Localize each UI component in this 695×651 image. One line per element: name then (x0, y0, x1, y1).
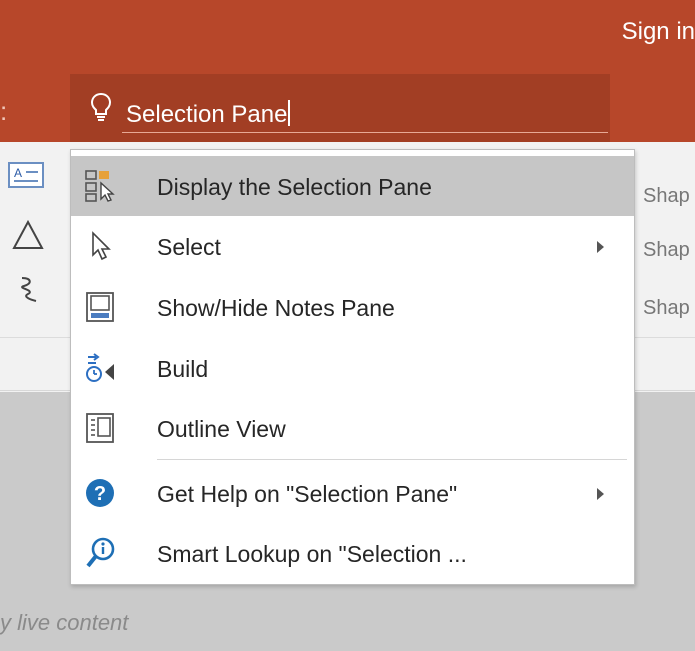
menu-item-label: Outline View (157, 416, 286, 442)
menu-item-select[interactable]: Select (71, 216, 634, 276)
svg-text:A: A (14, 166, 22, 180)
help-icon: ? (86, 479, 114, 507)
menu-item-show-hide-notes-pane[interactable]: Show/Hide Notes Pane (71, 277, 634, 337)
menu-item-outline-view[interactable]: Outline View (71, 398, 634, 458)
menu-item-display-selection-pane[interactable]: Display the Selection Pane (71, 156, 634, 216)
tell-me-search-box[interactable]: Selection Pane (70, 74, 610, 142)
outline-view-icon (86, 413, 114, 443)
menu-separator (157, 459, 627, 460)
shape-fill-label[interactable]: Shap (643, 185, 690, 208)
tell-me-underline (122, 132, 608, 133)
menu-item-label: Show/Hide Notes Pane (157, 295, 395, 321)
menu-item-label: Select (157, 234, 221, 260)
notes-pane-icon (86, 292, 114, 322)
menu-item-smart-lookup[interactable]: Smart Lookup on "Selection ... (71, 523, 634, 583)
smart-lookup-icon (86, 537, 115, 568)
svg-text:?: ? (94, 483, 106, 505)
build-animation-icon (86, 353, 114, 382)
ribbon-overflow-glyph: : (0, 96, 8, 126)
shape-effects-label[interactable]: Shap (643, 297, 690, 320)
lightbulb-icon (90, 92, 112, 121)
submenu-arrow-icon (597, 241, 604, 253)
menu-item-label: Display the Selection Pane (157, 174, 432, 200)
text-box-icon[interactable]: A (8, 162, 44, 188)
menu-item-label: Build (157, 356, 209, 382)
triangle-shape-icon[interactable] (12, 220, 44, 250)
tell-me-results-menu: Display the Selection Pane Select Show/H… (70, 149, 635, 585)
menu-item-get-help[interactable]: ? Get Help on "Selection Pane" (71, 463, 634, 523)
shape-outline-label[interactable]: Shap (643, 239, 690, 262)
menu-item-label: Smart Lookup on "Selection ... (157, 541, 467, 567)
cursor-arrow-icon (92, 231, 111, 261)
tell-me-input: Selection Pane (126, 100, 291, 129)
slide-placeholder-text: y live content (0, 610, 129, 635)
menu-item-label: Get Help on "Selection Pane" (157, 481, 458, 507)
sign-in-link[interactable]: Sign in (622, 18, 695, 46)
selection-pane-icon (85, 170, 115, 202)
freeform-shape-icon[interactable] (18, 274, 40, 304)
menu-item-build[interactable]: Build (71, 338, 634, 398)
text-caret (288, 100, 291, 126)
tell-me-query[interactable]: Selection Pane (126, 101, 287, 128)
submenu-arrow-icon (597, 488, 604, 500)
title-bar: : Sign in Selection Pane (0, 0, 695, 142)
